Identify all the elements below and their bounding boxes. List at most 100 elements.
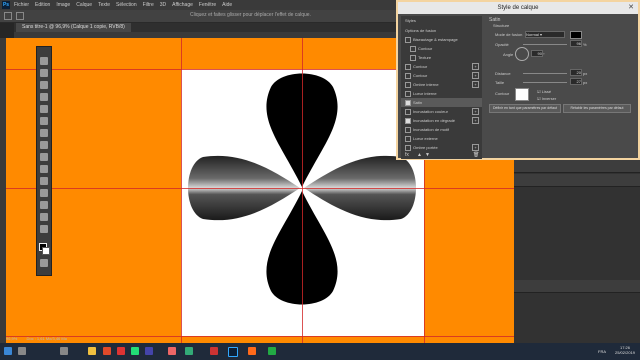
chrome-icon[interactable] [185, 347, 193, 355]
gradient-tool-icon[interactable] [40, 189, 48, 197]
lasso-tool-icon[interactable] [40, 81, 48, 89]
angle-field[interactable]: 90 [531, 50, 543, 57]
checkbox[interactable] [410, 46, 416, 52]
app-icon[interactable] [117, 347, 125, 355]
opacity-field[interactable]: 96 [570, 40, 582, 47]
search-icon[interactable] [18, 347, 26, 355]
trash-icon[interactable]: 🗑 [473, 152, 479, 158]
menu-selection[interactable]: Sélection [116, 2, 137, 8]
contour-preview[interactable] [515, 88, 529, 101]
layers-header[interactable] [514, 280, 640, 293]
distance-slider[interactable] [523, 73, 567, 74]
app-icon[interactable] [131, 347, 139, 355]
eyedropper-tool-icon[interactable] [40, 117, 48, 125]
language-indicator[interactable]: FRA [598, 349, 606, 354]
crop-tool-icon[interactable] [40, 105, 48, 113]
style-item[interactable]: Lueur interne [401, 89, 482, 98]
style-item[interactable]: Contour + [401, 71, 482, 80]
style-item[interactable]: Incrustation couleur + [401, 107, 482, 116]
panel-header[interactable] [514, 160, 640, 173]
app-icon[interactable] [268, 347, 276, 355]
style-item[interactable]: Texture [401, 53, 482, 62]
checkbox[interactable] [405, 145, 411, 151]
style-item[interactable]: Incrustation en dégradé + [401, 116, 482, 125]
set-default-button[interactable]: Définir en tant que paramètres par défau… [489, 104, 561, 113]
photoshop-taskbar-icon[interactable] [228, 347, 238, 357]
move-down-icon[interactable]: ▼ [425, 152, 430, 158]
style-item[interactable]: Incrustation de motif [401, 125, 482, 134]
move-tool-icon[interactable] [4, 12, 12, 20]
color-swatch[interactable] [570, 31, 582, 39]
style-item-selected[interactable]: Satin [401, 98, 482, 107]
marquee-tool-icon[interactable] [40, 69, 48, 77]
style-item[interactable]: Ombre interne + [401, 80, 482, 89]
firefox-icon[interactable] [168, 347, 176, 355]
menu-3d[interactable]: 3D [160, 2, 166, 8]
menu-image[interactable]: Image [56, 2, 70, 8]
menu-aide[interactable]: Aide [222, 2, 232, 8]
app-icon[interactable] [103, 347, 111, 355]
opacity-slider[interactable] [523, 44, 567, 45]
checkbox[interactable] [410, 55, 416, 61]
style-item[interactable]: Biseautage & estampage [401, 35, 482, 44]
eraser-tool-icon[interactable] [40, 177, 48, 185]
style-item[interactable]: Lueur externe [401, 134, 482, 143]
add-icon[interactable]: + [472, 144, 479, 151]
menu-texte[interactable]: Texte [98, 2, 110, 8]
checkbox-checked[interactable] [405, 118, 411, 124]
add-icon[interactable]: + [472, 63, 479, 70]
menu-affichage[interactable]: Affichage [172, 2, 193, 8]
checkbox[interactable] [405, 73, 411, 79]
start-icon[interactable] [4, 347, 12, 355]
stamp-tool-icon[interactable] [40, 153, 48, 161]
style-item[interactable]: Contour + [401, 62, 482, 71]
menu-calque[interactable]: Calque [76, 2, 92, 8]
size-field[interactable]: 27 [570, 78, 582, 85]
close-icon[interactable]: ✕ [626, 3, 636, 13]
menu-edition[interactable]: Edition [35, 2, 50, 8]
style-item[interactable]: Options de fusion [401, 26, 482, 35]
checkbox-checked[interactable] [405, 100, 411, 106]
quick-select-tool-icon[interactable] [40, 93, 48, 101]
move-up-icon[interactable]: ▲ [417, 152, 422, 158]
inverse-checkbox[interactable]: ☑ Inverser [537, 96, 556, 101]
app-icon[interactable] [145, 347, 153, 355]
add-icon[interactable]: + [472, 108, 479, 115]
size-slider[interactable] [523, 82, 567, 83]
app-icon[interactable] [210, 347, 218, 355]
folder-icon[interactable] [88, 347, 96, 355]
document-tab[interactable]: Sans titre-1 @ 96,9% (Calque 1 copie, RV… [16, 23, 131, 32]
style-item[interactable]: Contour [401, 44, 482, 53]
checkbox[interactable] [405, 91, 411, 97]
menu-fenetre[interactable]: Fenêtre [199, 2, 216, 8]
distance-field[interactable]: 20 [570, 69, 582, 76]
add-icon[interactable]: + [472, 81, 479, 88]
history-brush-icon[interactable] [40, 165, 48, 173]
brush-tool-icon[interactable] [40, 141, 48, 149]
healing-tool-icon[interactable] [40, 129, 48, 137]
checkbox[interactable] [405, 136, 411, 142]
menu-filtre[interactable]: Filtre [143, 2, 154, 8]
checkbox[interactable] [405, 82, 411, 88]
blend-mode-select[interactable]: Normal ▾ [525, 31, 565, 38]
angle-dial[interactable] [515, 47, 529, 61]
taskview-icon[interactable] [60, 347, 68, 355]
illustrator-icon[interactable] [248, 347, 256, 355]
text-tool-icon[interactable] [40, 213, 48, 221]
hand-tool-icon[interactable] [40, 225, 48, 233]
pen-tool-icon[interactable] [40, 201, 48, 209]
menu-fichier[interactable]: Fichier [14, 2, 29, 8]
checkbox[interactable] [405, 127, 411, 133]
lisse-checkbox[interactable]: ☑ Lissé [537, 89, 551, 94]
clock[interactable]: 17:26 25/02/2019 [615, 345, 635, 355]
styles-header[interactable]: Styles [401, 16, 482, 25]
add-icon[interactable]: + [472, 117, 479, 124]
background-color-swatch[interactable] [42, 247, 50, 255]
checkbox[interactable] [405, 37, 411, 43]
panel-tabs[interactable] [514, 174, 640, 187]
option-icon[interactable] [16, 12, 24, 20]
checkbox[interactable] [405, 109, 411, 115]
fx-icon[interactable]: fx [405, 152, 409, 158]
move-tool-icon[interactable] [40, 57, 48, 65]
checkbox[interactable] [405, 64, 411, 70]
